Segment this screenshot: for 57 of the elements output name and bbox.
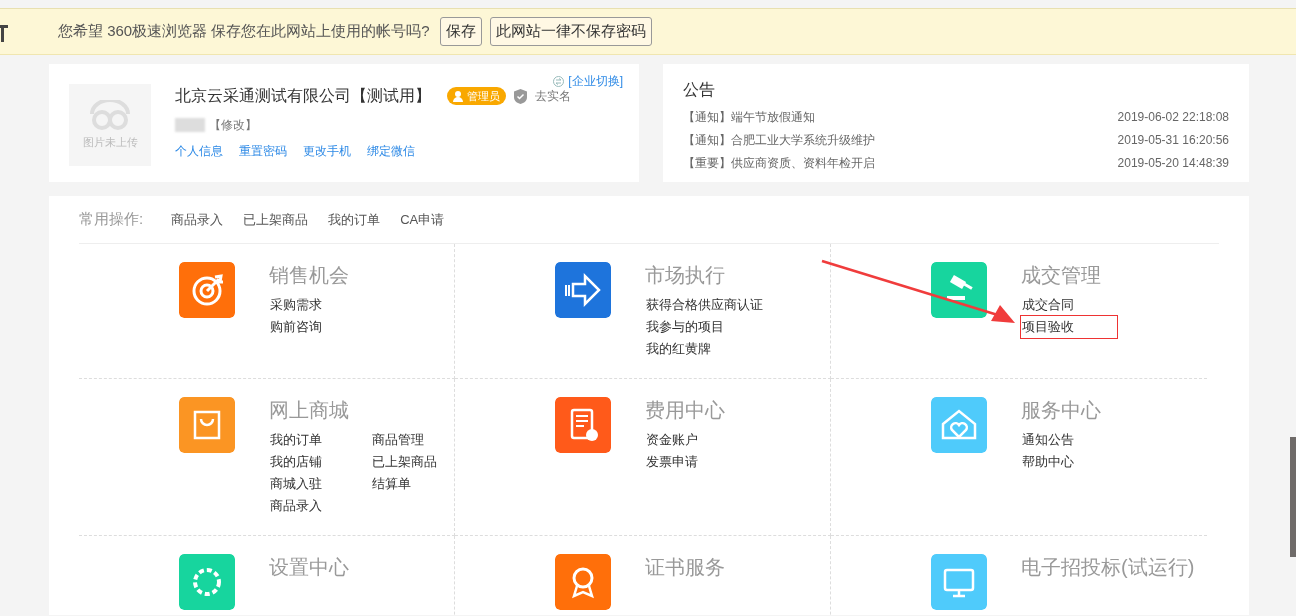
shield-icon [514, 88, 527, 104]
profile-link[interactable]: 绑定微信 [367, 142, 415, 160]
module-title: 销售机会 [269, 263, 349, 288]
module-title: 费用中心 [645, 398, 725, 423]
module-link[interactable]: 我的红黄牌 [645, 338, 764, 360]
notice-link[interactable]: 【通知】端午节放假通知 [683, 106, 815, 129]
module-link[interactable]: 商品录入 [269, 495, 323, 517]
module-title: 证书服务 [645, 555, 725, 580]
module-link[interactable]: 获得合格供应商认证 [645, 294, 764, 316]
notice-title: 公告 [683, 80, 716, 100]
side-tab[interactable] [1290, 437, 1296, 557]
switch-link[interactable]: [企业切换] [553, 72, 623, 90]
notice-time: 2019-05-20 14:48:39 [1117, 155, 1229, 172]
quick-op-link[interactable]: 商品录入 [171, 209, 224, 230]
notice-link[interactable]: 【重要】供应商资质、资料年检开启 [683, 152, 875, 175]
quick-op-link[interactable]: CA申请 [400, 209, 445, 230]
module-link[interactable]: 已上架商品 [371, 451, 438, 473]
profile-link[interactable]: 个人信息 [175, 142, 223, 160]
role-badge: 管理员 [447, 86, 506, 106]
module-title: 网上商城 [269, 398, 350, 423]
module-link[interactable]: 成交合同 [1021, 294, 1117, 316]
quick-ops-label: 常用操作: [79, 209, 144, 230]
module-link[interactable]: 帮助中心 [1021, 451, 1075, 473]
prompt-button[interactable]: 此网站一律不保存密码 [489, 17, 652, 46]
module-link[interactable]: 采购需求 [269, 294, 323, 316]
user-icon [453, 90, 463, 102]
notice-time: 2019-06-02 22:18:08 [1117, 109, 1229, 126]
module-title: 成交管理 [1021, 263, 1102, 288]
quick-op-link[interactable]: 已上架商品 [243, 209, 309, 230]
swap-icon [553, 75, 565, 87]
verify-link[interactable]: 去实名 [535, 87, 571, 105]
module-title: 市场执行 [645, 263, 726, 288]
module-title: 设置中心 [269, 555, 349, 580]
module-link[interactable]: 通知公告 [1021, 429, 1075, 451]
cloud-icon [88, 99, 132, 130]
company-name: 北京云采通测试有限公司【测试用】 [175, 86, 431, 106]
notice-link[interactable]: 【通知】合肥工业大学系统升级维护 [683, 129, 875, 152]
module-link[interactable]: 发票申请 [645, 451, 699, 473]
prompt-text: 您希望 360极速浏览器 保存您在此网站上使用的帐号吗? [58, 21, 430, 42]
module-link[interactable]: 结算单 [371, 473, 438, 495]
prompt-button[interactable]: 保存 [439, 17, 482, 46]
module-link[interactable]: 我的店铺 [269, 451, 323, 473]
profile-link[interactable]: 重置密码 [239, 142, 287, 160]
edit-link[interactable]: 【修改】 [209, 116, 257, 134]
module-title: 服务中心 [1021, 398, 1101, 423]
module-link[interactable]: 项目验收 [1021, 316, 1117, 338]
quick-op-link[interactable]: 我的订单 [328, 209, 381, 230]
module-link[interactable]: 我参与的项目 [645, 316, 764, 338]
module-title: 电子招投标(试运行) [1021, 555, 1195, 580]
blurred-text [175, 118, 205, 132]
module-link[interactable]: 资金账户 [645, 429, 699, 451]
module-link[interactable]: 购前咨询 [269, 316, 323, 338]
module-link[interactable]: 商城入驻 [269, 473, 323, 495]
module-link[interactable]: 我的订单 [269, 429, 323, 451]
module-link[interactable]: 商品管理 [371, 429, 438, 451]
notice-time: 2019-05-31 16:20:56 [1117, 132, 1229, 149]
profile-link[interactable]: 更改手机 [303, 142, 351, 160]
